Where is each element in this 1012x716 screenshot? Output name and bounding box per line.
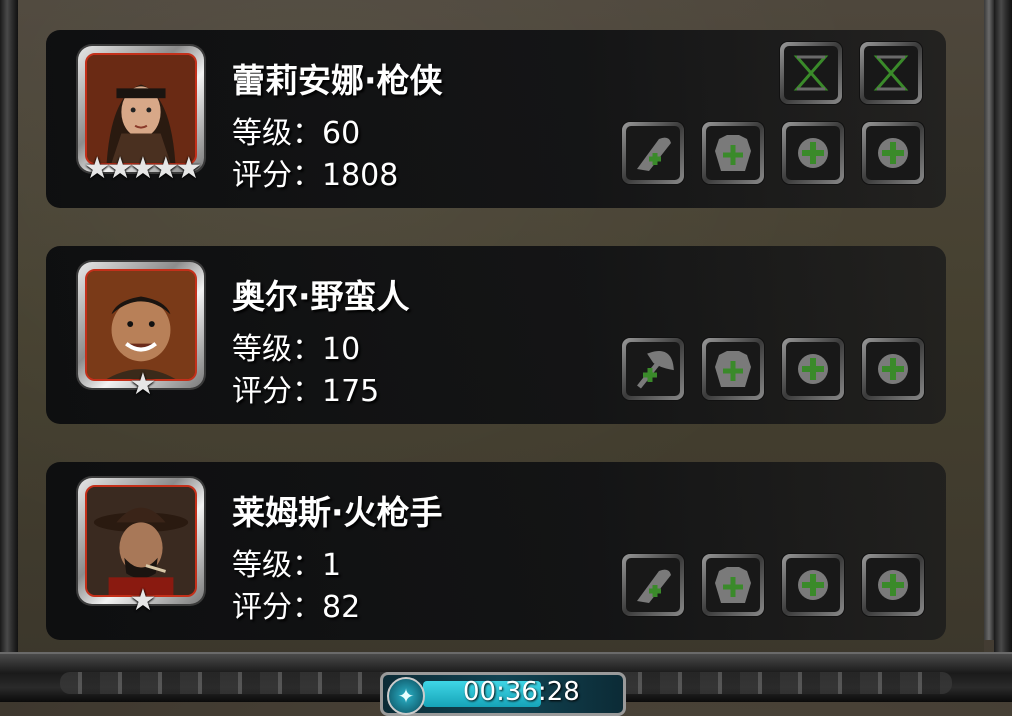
barbarian-portrait-icon — [87, 271, 195, 379]
ring-slot[interactable] — [782, 122, 844, 184]
axe-slot-icon — [637, 351, 674, 389]
ring-slot[interactable] — [862, 554, 924, 616]
hero-portrait[interactable]: ★★★★★ — [78, 46, 204, 184]
ring-slot-icon — [878, 138, 908, 168]
hero-level: 等级：1 — [232, 548, 342, 583]
hero-level: 等级：10 — [232, 332, 361, 367]
ring-slot[interactable] — [782, 338, 844, 400]
ring-slot-icon — [878, 570, 908, 600]
hero-name: 莱姆斯·火枪手 — [232, 493, 443, 532]
ring-slot-icon — [878, 354, 908, 384]
hero-level: 等级：60 — [232, 116, 361, 151]
hero-stars: ★ — [129, 583, 157, 618]
armor-slot-icon — [715, 135, 751, 171]
weapon-slot-icon — [637, 569, 671, 603]
right-frame-border — [994, 0, 1012, 702]
hero-portrait[interactable]: ★ — [78, 478, 204, 616]
left-frame-border — [0, 0, 18, 702]
hero-score: 评分：175 — [232, 374, 380, 409]
hourglass-slot[interactable] — [860, 42, 922, 104]
timer-text: 00:36:28 — [463, 677, 580, 707]
armor-slot-icon — [715, 351, 751, 387]
hourglass-icon — [873, 55, 909, 91]
hero-score: 评分：1808 — [232, 158, 399, 193]
ring-slot[interactable] — [782, 554, 844, 616]
hero-card[interactable]: ★ 奥尔·野蛮人 等级：10 评分：175 — [46, 246, 946, 424]
ring-slot-icon — [798, 570, 828, 600]
hero-stars: ★★★★★ — [83, 151, 202, 186]
weapon-slot[interactable] — [622, 338, 684, 400]
female-gunslinger-portrait-icon — [87, 55, 195, 163]
hero-name: 蕾莉安娜·枪侠 — [232, 61, 443, 100]
armor-slot[interactable] — [702, 554, 764, 616]
hero-score: 评分：82 — [232, 590, 361, 625]
weapon-slot[interactable] — [622, 122, 684, 184]
ring-slot-icon — [798, 354, 828, 384]
compass-icon: ✦ — [387, 677, 425, 715]
hourglass-icon — [793, 55, 829, 91]
hourglass-slot[interactable] — [780, 42, 842, 104]
hero-card[interactable]: ★★★★★ 蕾莉安娜·枪侠 等级：60 评分：1808 — [46, 30, 946, 208]
weapon-slot-icon — [637, 137, 671, 171]
hero-card[interactable]: ★ 莱姆斯·火枪手 等级：1 评分：82 — [46, 462, 946, 640]
ring-slot-icon — [798, 138, 828, 168]
armor-slot-icon — [715, 567, 751, 603]
ring-slot[interactable] — [862, 338, 924, 400]
hero-portrait[interactable]: ★ — [78, 262, 204, 400]
armor-slot[interactable] — [702, 122, 764, 184]
hero-stars: ★ — [129, 367, 157, 402]
scrollbar-track[interactable] — [984, 0, 994, 640]
timer-widget[interactable]: ✦ 00:36:28 — [380, 672, 626, 716]
armor-slot[interactable] — [702, 338, 764, 400]
hero-name: 奥尔·野蛮人 — [232, 277, 410, 316]
weapon-slot[interactable] — [622, 554, 684, 616]
musketeer-portrait-icon — [87, 487, 195, 595]
bottom-frame-bar: ✦ 00:36:28 — [0, 652, 1012, 716]
ring-slot[interactable] — [862, 122, 924, 184]
